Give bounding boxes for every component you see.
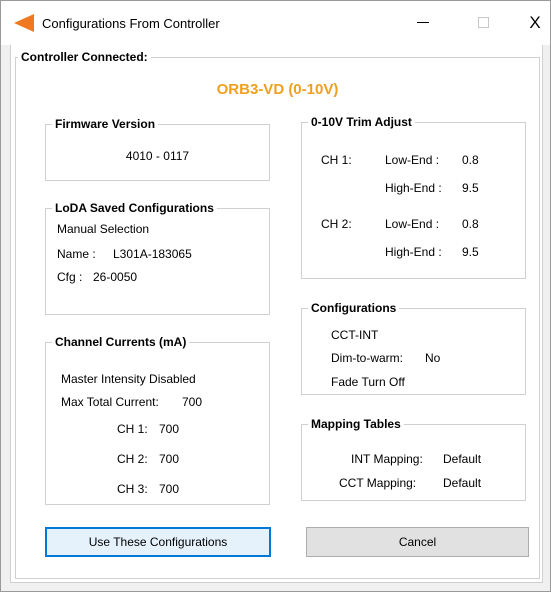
firmware-version-value: 4010 - 0117 <box>125 149 190 163</box>
cct-mapping-value: Default <box>443 476 482 490</box>
max-total-current-label: Max Total Current: <box>61 395 159 409</box>
dialog-client-area: Controller Connected: ORB3-VD (0-10V) Fi… <box>10 45 543 583</box>
loda-saved-configurations-legend: LoDA Saved Configurations <box>55 201 214 215</box>
trim-ch2-low-end-label: Low-End : <box>385 217 440 231</box>
loda-cfg-value: 26-0050 <box>93 270 138 284</box>
int-mapping-label: INT Mapping: <box>351 452 423 466</box>
master-intensity-status: Master Intensity Disabled <box>61 372 196 386</box>
window-title: Configurations From Controller <box>42 16 220 31</box>
channel-currents-legend: Channel Currents (mA) <box>55 335 187 349</box>
trim-ch2-label: CH 2: <box>321 217 352 231</box>
loda-name-value: L301A-183065 <box>113 247 192 261</box>
channel-current-value: 700 <box>159 482 180 496</box>
title-bar[interactable]: Configurations From Controller X <box>1 1 550 45</box>
channel-current-value: 700 <box>159 452 180 466</box>
close-button[interactable]: X <box>513 9 551 37</box>
trim-ch1-low-end-label: Low-End : <box>385 153 440 167</box>
controller-connected-legend: Controller Connected: <box>21 50 148 64</box>
channel-current-label: CH 1: <box>117 422 148 436</box>
trim-ch1-high-end-label: High-End : <box>385 181 442 195</box>
loda-cfg-label: Cfg : <box>57 270 83 284</box>
minimize-button[interactable] <box>401 9 445 37</box>
configurations-legend: Configurations <box>311 301 397 315</box>
cct-mapping-label: CCT Mapping: <box>339 476 417 490</box>
trim-ch2-high-end-label: High-End : <box>385 245 442 259</box>
loda-name-label: Name : <box>57 247 96 261</box>
device-model-title: ORB3-VD (0-10V) <box>216 81 339 98</box>
maximize-icon <box>477 17 489 29</box>
loda-selection-text: Manual Selection <box>57 222 150 236</box>
app-logo-icon <box>14 14 34 32</box>
maximize-button[interactable] <box>461 9 505 37</box>
trim-ch1-low-end-value: 0.8 <box>462 153 479 167</box>
firmware-version-legend: Firmware Version <box>55 117 156 131</box>
minimize-icon <box>417 22 429 24</box>
trim-ch2-low-end-value: 0.8 <box>462 217 479 231</box>
channel-current-label: CH 2: <box>117 452 148 466</box>
int-mapping-value: Default <box>443 452 482 466</box>
close-icon: X <box>529 13 541 32</box>
trim-ch1-high-end-value: 9.5 <box>462 181 479 195</box>
trim-ch2-high-end-value: 9.5 <box>462 245 479 259</box>
trim-ch1-label: CH 1: <box>321 153 352 167</box>
dialog-window: Configurations From Controller X Control… <box>0 0 551 592</box>
dim-to-warm-label: Dim-to-warm: <box>331 351 403 365</box>
trim-adjust-legend: 0-10V Trim Adjust <box>311 115 412 129</box>
cancel-button[interactable]: Cancel <box>306 527 529 557</box>
channel-currents-group: Channel Currents (mA) <box>45 335 270 505</box>
use-these-configurations-button[interactable]: Use These Configurations <box>45 527 271 557</box>
max-total-current-value: 700 <box>182 395 203 409</box>
mapping-tables-legend: Mapping Tables <box>311 417 401 431</box>
dim-to-warm-value: No <box>425 351 441 365</box>
channel-current-value: 700 <box>159 422 180 436</box>
fade-turn-off-text: Fade Turn Off <box>331 375 405 389</box>
configuration-mode: CCT-INT <box>331 328 379 342</box>
channel-current-label: CH 3: <box>117 482 148 496</box>
